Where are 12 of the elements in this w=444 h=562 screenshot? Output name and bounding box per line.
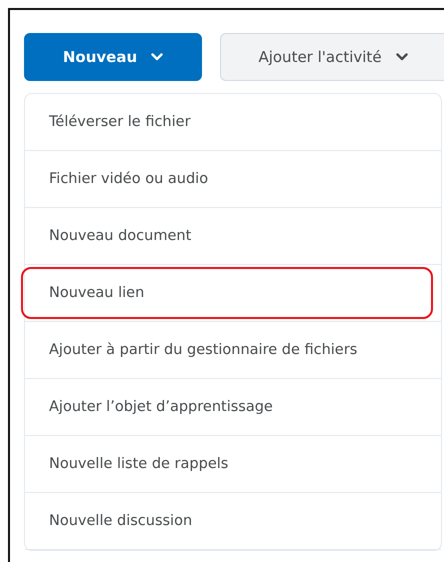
menu-item[interactable]: Nouvelle liste de rappels bbox=[21, 438, 433, 490]
menu-item[interactable]: Ajouter à partir du gestionnaire de fichiers bbox=[21, 324, 433, 376]
menu-item[interactable]: Ajouter l’objet d’apprentissage bbox=[21, 381, 433, 433]
menu-item[interactable]: Nouveau lien bbox=[21, 267, 433, 319]
caret-icon bbox=[151, 53, 164, 61]
menu-item[interactable]: Nouveau document bbox=[21, 210, 433, 262]
menu-item[interactable]: Fichier vidéo ou audio bbox=[21, 153, 433, 205]
menu-item[interactable]: Téléverser le fichier bbox=[21, 96, 433, 148]
menu-item[interactable]: Nouvelle discussion bbox=[21, 495, 433, 547]
dropdown-button[interactable]: Nouveau bbox=[24, 33, 202, 81]
dropdown-button[interactable]: Ajouter l'activité bbox=[220, 33, 444, 81]
caret-icon bbox=[396, 53, 408, 61]
